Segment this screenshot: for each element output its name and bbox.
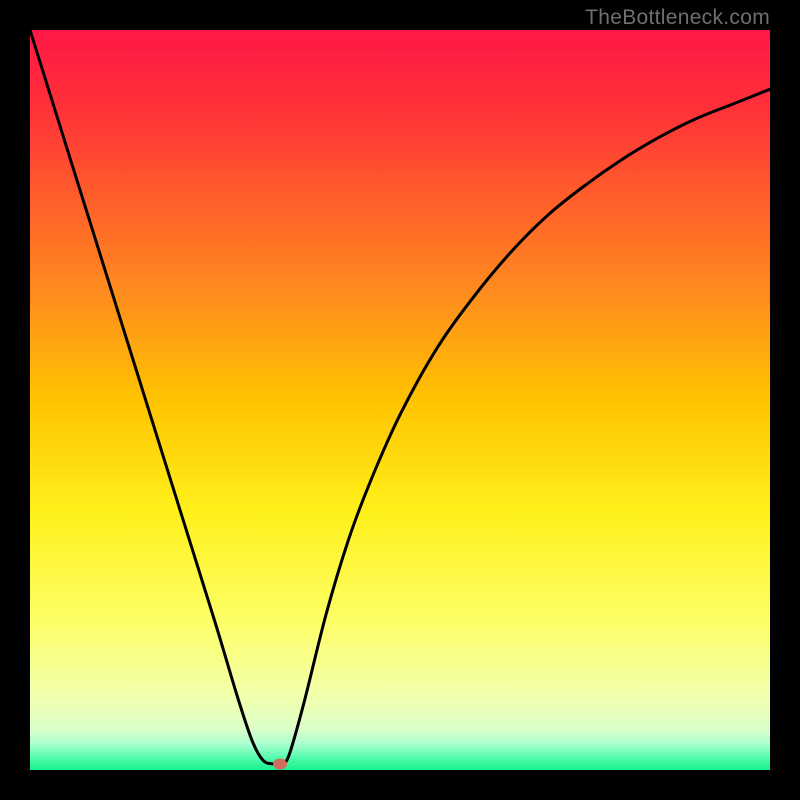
plot-area [30,30,770,770]
bottleneck-curve [30,30,770,765]
chart-container: TheBottleneck.com [0,0,800,800]
curve-layer [30,30,770,770]
optimal-point-marker [273,759,287,770]
watermark-text: TheBottleneck.com [585,6,770,30]
